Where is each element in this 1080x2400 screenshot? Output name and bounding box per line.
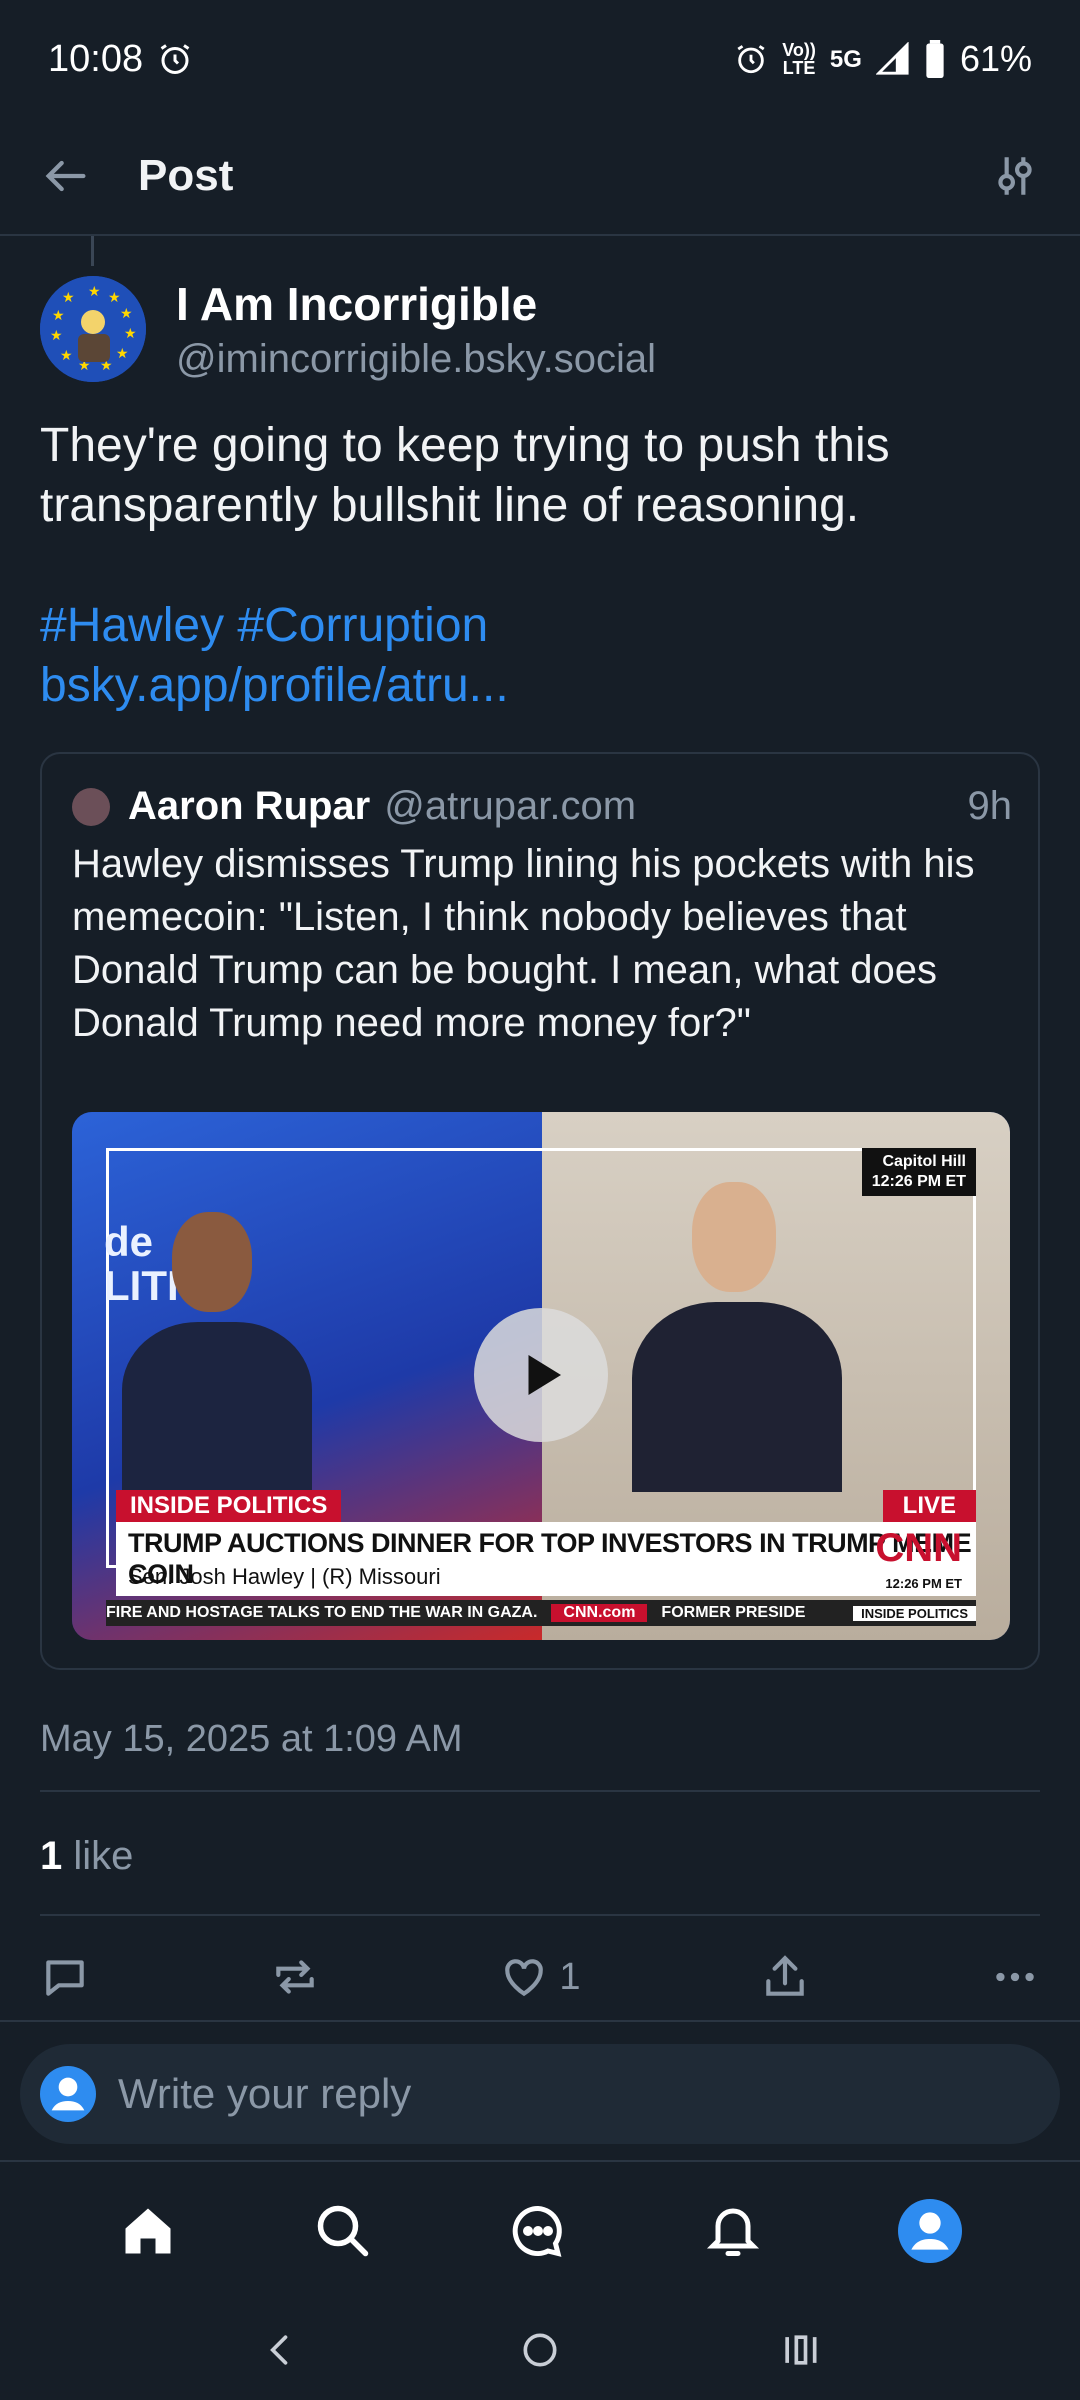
live-tag: LIVE — [882, 1490, 976, 1522]
thread-line — [91, 236, 94, 266]
comment-icon — [46, 1960, 84, 1996]
post-body: They're going to keep trying to push thi… — [40, 416, 1050, 716]
profile-icon[interactable] — [898, 2199, 963, 2263]
quote-text: Hawley dismisses Trump lining his pocket… — [72, 842, 975, 1045]
status-time: 10:08 — [48, 37, 144, 80]
reply-input[interactable]: Write your reply — [20, 2044, 1060, 2144]
post-link[interactable]: bsky.app/profile/atru... — [40, 656, 1050, 716]
video-chyron: TRUMP AUCTIONS DINNER FOR TOP INVESTORS … — [116, 1522, 976, 1596]
chat-icon[interactable] — [508, 2201, 568, 2261]
svg-text:★: ★ — [52, 308, 65, 324]
likes-label: like — [73, 1834, 134, 1878]
quote-author-name[interactable]: Aaron Rupar — [128, 784, 370, 829]
post-author[interactable]: ★ ★ ★ ★ ★ ★ ★ ★ ★ ★ ★ I Am Incorrigible @iminco… — [40, 276, 656, 382]
chyron-time: 12:26 PM ET — [885, 1576, 962, 1591]
divider — [40, 1914, 1040, 1916]
repost-button[interactable] — [270, 1952, 320, 2002]
ticker-right: FORMER PRESIDE — [661, 1604, 806, 1621]
reply-placeholder: Write your reply — [118, 2070, 412, 2117]
guest-suit — [632, 1302, 842, 1492]
svg-text:★: ★ — [116, 346, 129, 362]
system-nav-bar — [0, 2300, 1080, 2400]
post-text: They're going to keep trying to push thi… — [40, 419, 890, 532]
signal-icon — [875, 42, 909, 75]
alarm-icon — [737, 45, 765, 74]
network-gen: 5G — [829, 46, 862, 73]
system-home-icon[interactable] — [518, 2328, 562, 2372]
more-button[interactable] — [990, 1952, 1040, 2002]
author-handle[interactable]: @imincorrigible.bsky.social — [176, 337, 656, 382]
likes-summary[interactable]: 1 like — [40, 1834, 133, 1879]
svg-text:★: ★ — [62, 290, 75, 306]
quote-header: Aaron Rupar @atrupar.com 9h — [72, 784, 1012, 829]
guest-figure — [692, 1182, 776, 1292]
anchor-figure — [172, 1212, 252, 1312]
repost-icon — [275, 1960, 314, 1994]
alarm-icon — [160, 44, 190, 74]
quote-time: 9h — [967, 784, 1013, 828]
video-embed[interactable]: de LITICS Capitol Hill 12:26 PM ET INSID… — [72, 1112, 1010, 1640]
post-date: May 15, 2025 at 1:09 AM — [40, 1718, 463, 1760]
like-button[interactable]: 1 — [499, 1952, 581, 2002]
post-header: Post — [0, 118, 1080, 236]
play-icon — [528, 1355, 561, 1395]
back-arrow-icon[interactable] — [40, 150, 92, 202]
likes-count: 1 — [40, 1834, 63, 1878]
status-bar: 10:08 Vo)) LTE 5G 61% — [0, 0, 1080, 118]
system-back-icon[interactable] — [258, 2328, 302, 2372]
battery-level: 61% — [959, 38, 1032, 79]
ticker-show: INSIDE POLITICS — [853, 1605, 976, 1621]
ticker-left: FIRE AND HOSTAGE TALKS TO END THE WAR IN… — [106, 1604, 538, 1621]
svg-text:★: ★ — [108, 290, 121, 306]
reply-button[interactable] — [40, 1952, 90, 2002]
reply-bar: Write your reply — [0, 2020, 1080, 2160]
chyron-guest: Sen. Josh Hawley | (R) Missouri — [128, 1564, 441, 1589]
svg-text:★: ★ — [124, 326, 137, 342]
network-logo: CNN — [875, 1526, 962, 1570]
page-title: Post — [138, 151, 234, 200]
author-name[interactable]: I Am Incorrigible — [176, 277, 656, 331]
quote-author-handle[interactable]: @atrupar.com — [384, 784, 636, 829]
heart-icon — [505, 1959, 544, 1997]
svg-text:★: ★ — [60, 348, 73, 364]
system-recents-icon[interactable] — [778, 2328, 822, 2372]
anchor-suit — [122, 1322, 312, 1492]
divider — [40, 1790, 1040, 1792]
svg-text:★: ★ — [120, 306, 133, 322]
ticker-site: CNN.com — [551, 1604, 648, 1622]
svg-text:★: ★ — [88, 284, 101, 300]
video-location-bug: Capitol Hill 12:26 PM ET — [861, 1148, 976, 1196]
ellipsis-icon — [996, 1972, 1034, 1982]
post-hashtags[interactable]: #Hawley #Corruption — [40, 596, 1050, 656]
share-icon — [766, 1955, 804, 1996]
bell-icon[interactable] — [703, 2201, 763, 2261]
svg-text:★: ★ — [50, 328, 63, 344]
sliders-icon[interactable] — [990, 151, 1040, 201]
home-icon[interactable] — [118, 2201, 178, 2261]
profile-avatar-icon — [40, 2066, 96, 2122]
share-button[interactable] — [760, 1952, 810, 2002]
volte-indicator: Vo)) LTE — [782, 40, 816, 78]
show-tag: INSIDE POLITICS — [116, 1490, 342, 1522]
like-count: 1 — [559, 1955, 581, 1998]
news-ticker: FIRE AND HOSTAGE TALKS TO END THE WAR IN… — [106, 1600, 976, 1626]
search-icon[interactable] — [313, 2201, 373, 2261]
quoted-post[interactable]: Aaron Rupar @atrupar.com 9h Hawley dismi… — [40, 752, 1040, 1670]
bottom-tab-bar — [0, 2160, 1080, 2300]
quote-avatar[interactable] — [72, 787, 110, 826]
post-actions: 1 — [40, 1952, 1040, 2002]
battery-icon — [926, 40, 944, 78]
author-avatar[interactable]: ★ ★ ★ ★ ★ ★ ★ ★ ★ ★ ★ — [40, 276, 146, 382]
play-button[interactable] — [474, 1308, 608, 1442]
